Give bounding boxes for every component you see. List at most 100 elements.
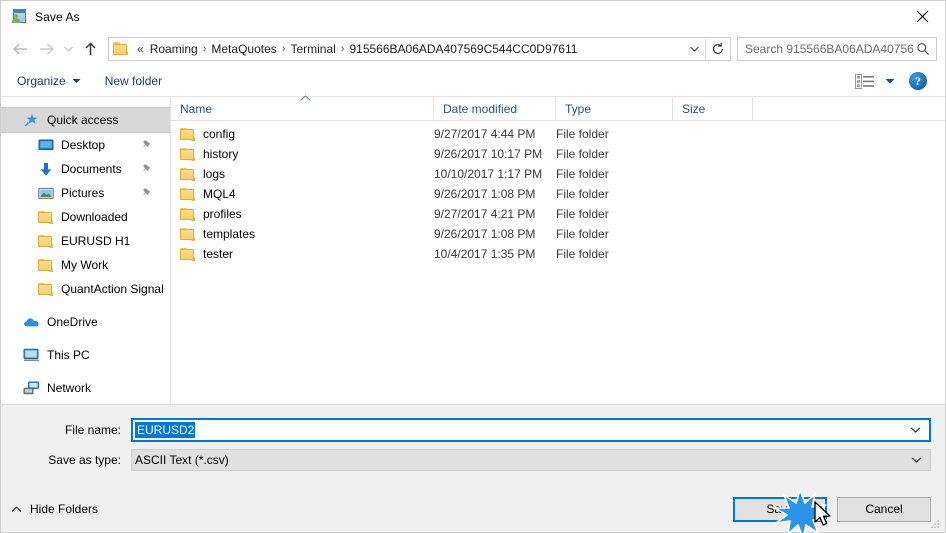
column-header-label: Date modified — [443, 102, 518, 116]
sidebar-item-eurusd-h1[interactable]: EURUSD H1 — [1, 229, 170, 253]
breadcrumb-item-metaquotes[interactable]: MetaQuotes — [207, 38, 280, 60]
chevron-up-icon — [11, 505, 22, 513]
file-name-input[interactable]: EURUSD2 — [131, 418, 931, 442]
forward-button[interactable] — [33, 36, 59, 62]
column-header-label: Name — [180, 102, 213, 116]
address-folder-icon — [113, 42, 129, 56]
file-name-cell: history — [171, 147, 434, 161]
file-date: 9/26/2017 1:08 PM — [434, 187, 536, 201]
table-row[interactable]: profiles 9/27/2017 4:21 PM File folder — [171, 204, 945, 224]
sidebar-item-downloaded[interactable]: Downloaded — [1, 205, 170, 229]
up-button[interactable] — [77, 36, 103, 62]
refresh-icon — [712, 42, 723, 54]
file-date: 9/26/2017 10:17 PM — [434, 147, 543, 161]
star-pin-icon — [23, 112, 40, 128]
help-button[interactable]: ? — [909, 72, 927, 90]
onedrive-cloud-icon — [23, 314, 40, 330]
sidebar-item-pictures[interactable]: Pictures — [1, 181, 170, 205]
sidebar-item-my-work[interactable]: My Work — [1, 253, 170, 277]
file-type-row: Save as type: ASCII Text (*.csv) — [15, 449, 931, 471]
column-header-date-modified[interactable]: Date modified — [434, 97, 556, 121]
folder-icon — [180, 147, 195, 161]
save-button[interactable]: Save — [733, 496, 827, 522]
file-rows: config 9/27/2017 4:44 PM File folder his… — [171, 121, 945, 404]
file-name-value[interactable]: EURUSD2 — [135, 422, 196, 438]
pin-icon[interactable] — [142, 164, 152, 175]
chevron-down-icon[interactable] — [910, 427, 921, 434]
navigation-sidebar: Quick access Desktop Documents Pictures … — [1, 97, 171, 404]
table-row[interactable]: MQL4 9/26/2017 1:08 PM File folder — [171, 184, 945, 204]
breadcrumb-item-terminal[interactable]: Terminal — [286, 38, 339, 60]
table-row[interactable]: templates 9/26/2017 1:08 PM File folder — [171, 224, 945, 244]
view-layout-icon[interactable] — [855, 73, 877, 89]
file-name-cell: profiles — [171, 207, 434, 221]
sidebar-item-documents[interactable]: Documents — [1, 157, 170, 181]
chevron-down-icon — [885, 78, 895, 84]
breadcrumb-overflow[interactable]: « — [133, 38, 146, 60]
pin-icon[interactable] — [142, 140, 152, 151]
close-button[interactable] — [899, 1, 945, 32]
organize-button[interactable]: Organize — [17, 74, 81, 88]
folder-icon — [180, 247, 195, 261]
file-date: 9/26/2017 1:08 PM — [434, 227, 536, 241]
chevron-down-icon[interactable] — [911, 457, 922, 464]
table-row[interactable]: logs 10/10/2017 1:17 PM File folder — [171, 164, 945, 184]
breadcrumb-item-guid[interactable]: 915566BA06ADA407569C544CC0D97611 — [345, 38, 581, 60]
file-name-label: File name: — [64, 423, 121, 437]
save-form-area: File name: EURUSD2 Save as type: ASCII T… — [1, 404, 945, 486]
file-name: MQL4 — [203, 187, 236, 201]
sidebar-item-label: QuantAction Signal — [61, 282, 164, 296]
search-box[interactable]: Search 915566BA06ADA40756... — [737, 37, 937, 61]
address-bar[interactable]: « Roaming › MetaQuotes › Terminal › 9155… — [108, 37, 731, 61]
folder-icon — [180, 187, 195, 201]
column-header-type[interactable]: Type — [556, 97, 673, 121]
hide-folders-button[interactable]: Hide Folders — [11, 502, 98, 516]
refresh-button[interactable] — [706, 38, 730, 60]
file-name-cell: config — [171, 127, 434, 141]
column-header-name[interactable]: Name — [171, 95, 434, 121]
table-row[interactable]: tester 10/4/2017 1:35 PM File folder — [171, 244, 945, 264]
address-dropdown-button[interactable] — [683, 38, 705, 60]
pin-icon[interactable] — [142, 188, 152, 199]
chevron-down-icon — [72, 78, 81, 84]
sidebar-item-quick-access[interactable]: Quick access — [1, 107, 170, 133]
file-type: File folder — [556, 187, 609, 201]
resize-grip[interactable] — [929, 517, 941, 529]
organize-label: Organize — [17, 74, 66, 88]
file-name: tester — [203, 247, 234, 261]
save-as-type-select[interactable]: ASCII Text (*.csv) — [131, 449, 931, 471]
cancel-button[interactable]: Cancel — [837, 496, 931, 522]
sidebar-item-label: OneDrive — [47, 315, 98, 329]
view-options-button[interactable] — [885, 78, 895, 85]
table-row[interactable]: config 9/27/2017 4:44 PM File folder — [171, 124, 945, 144]
folder-icon — [37, 281, 54, 297]
sidebar-item-this-pc[interactable]: This PC — [1, 343, 170, 367]
sidebar-item-label: Desktop — [61, 138, 106, 152]
file-type: File folder — [556, 147, 609, 161]
search-icon — [915, 42, 931, 56]
recent-locations-button[interactable] — [59, 36, 77, 62]
column-header-size[interactable]: Size — [673, 97, 753, 121]
sidebar-item-onedrive[interactable]: OneDrive — [1, 310, 170, 334]
folder-icon — [37, 233, 54, 249]
new-folder-button[interactable]: New folder — [105, 74, 162, 88]
save-as-type-value: ASCII Text (*.csv) — [135, 453, 229, 467]
file-list-pane: Name Date modified Type Size config 9/27… — [171, 95, 945, 404]
folder-icon — [180, 167, 195, 181]
breadcrumb-item-roaming[interactable]: Roaming — [146, 38, 202, 60]
column-header-label: Size — [682, 102, 706, 116]
file-name-cell: MQL4 — [171, 187, 434, 201]
sidebar-item-desktop[interactable]: Desktop — [1, 133, 170, 157]
file-name: logs — [203, 167, 226, 181]
chevron-down-icon — [63, 46, 73, 52]
save-as-type-label: Save as type: — [48, 453, 121, 467]
save-as-icon — [11, 8, 27, 25]
back-button[interactable] — [7, 36, 33, 62]
search-input[interactable]: Search 915566BA06ADA40756... — [745, 42, 915, 56]
dialog-body: Quick access Desktop Documents Pictures … — [1, 95, 945, 404]
sidebar-item-network[interactable]: Network — [1, 376, 170, 400]
table-row[interactable]: history 9/26/2017 10:17 PM File folder — [171, 144, 945, 164]
sidebar-item-quantaction-signal[interactable]: QuantAction Signal — [1, 277, 170, 301]
